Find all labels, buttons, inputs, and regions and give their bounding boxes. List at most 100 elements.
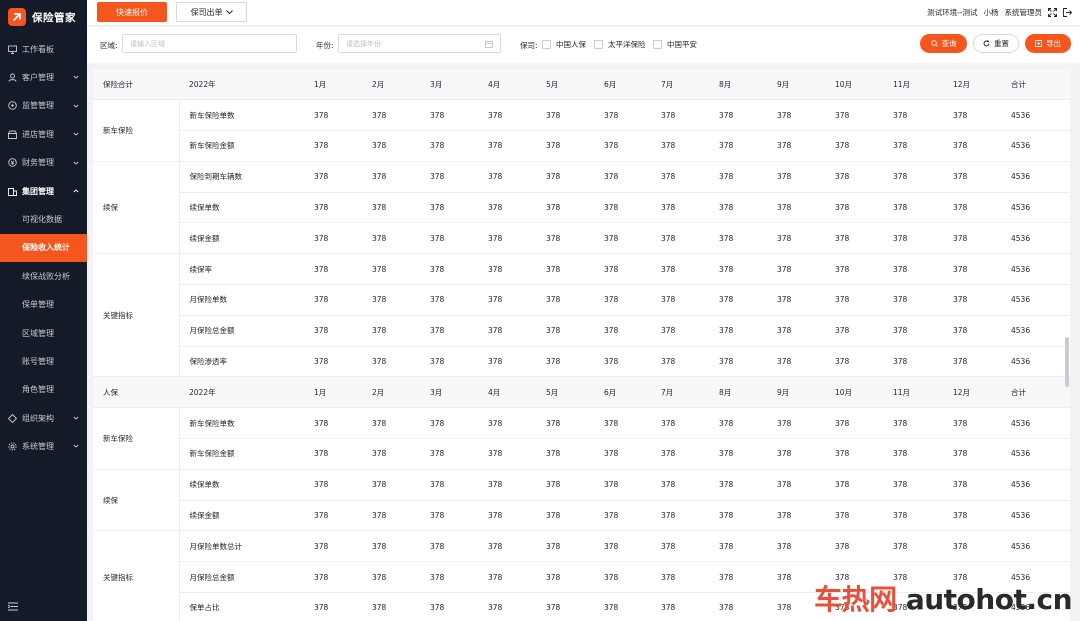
total-header: 合计	[1001, 376, 1070, 409]
month-value: 378	[420, 407, 478, 440]
row-label: 续保单数	[179, 469, 304, 501]
month-value: 378	[594, 469, 651, 501]
user-name[interactable]: 小杨	[984, 7, 999, 18]
sidebar-subitem[interactable]: 续保战败分析	[0, 262, 87, 290]
month-value: 378	[362, 438, 420, 470]
month-value: 378	[536, 130, 594, 162]
checkbox-label: 中国人保	[556, 40, 586, 49]
sidebar-subitem-label: 角色管理	[22, 385, 54, 395]
sidebar-item[interactable]: 客户管理	[0, 63, 87, 91]
sidebar-item[interactable]: 组织架构	[0, 404, 87, 432]
region-input[interactable]: 请输入区域	[122, 34, 297, 53]
logo-icon	[8, 8, 26, 26]
month-value: 378	[478, 500, 536, 532]
month-value: 378	[943, 161, 1001, 193]
sidebar-subitem[interactable]: 账号管理	[0, 347, 87, 375]
checkbox-label: 太平洋保险	[608, 40, 646, 49]
sidebar-subitem[interactable]: 可视化数据	[0, 205, 87, 233]
month-value: 378	[304, 407, 362, 440]
year-picker[interactable]: 请选择年份	[338, 34, 501, 53]
table-row: 新车保险 新车保险单数 378 378 378 378 378 378 378 378 378 378…	[93, 407, 1070, 470]
month-value: 378	[536, 561, 594, 594]
shield-icon	[8, 101, 17, 111]
chevron-down-icon	[73, 76, 79, 79]
section-year: 2022年	[179, 69, 304, 101]
month-value: 378	[825, 161, 883, 193]
checkbox-picc[interactable]: 中国人保	[542, 39, 586, 50]
month-value: 378	[767, 346, 825, 378]
month-value: 378	[883, 346, 943, 378]
search-button[interactable]: 查询	[920, 34, 967, 53]
quick-quote-button[interactable]: 快速报价	[97, 2, 167, 22]
sidebar-item[interactable]: 监管管理	[0, 92, 87, 120]
checkbox-box	[653, 40, 662, 49]
month-value: 378	[478, 253, 536, 286]
fullscreen-icon[interactable]	[1048, 7, 1057, 17]
sidebar-subitem[interactable]: 角色管理	[0, 376, 87, 404]
month-value: 378	[943, 407, 1001, 440]
export-icon	[1035, 40, 1042, 47]
reset-label: 重置	[994, 39, 1009, 48]
month-value: 378	[304, 284, 362, 316]
total-value: 4536	[1001, 407, 1070, 440]
month-header: 11月	[883, 376, 943, 409]
month-value: 378	[536, 222, 594, 255]
total-value: 4536	[1001, 561, 1070, 594]
month-value: 378	[825, 346, 883, 378]
checkbox-pingan[interactable]: 中国平安	[653, 39, 697, 50]
month-value: 378	[594, 130, 651, 162]
month-header: 11月	[883, 69, 943, 101]
month-value: 378	[536, 407, 594, 440]
sidebar-subitem[interactable]: 保险收入统计	[0, 233, 87, 263]
month-value: 378	[304, 99, 362, 132]
month-value: 378	[362, 530, 420, 563]
month-value: 378	[709, 500, 767, 532]
month-value: 378	[651, 315, 709, 347]
checkbox-cpic[interactable]: 太平洋保险	[594, 39, 646, 50]
chevron-down-icon	[73, 161, 79, 165]
row-label: 月保险总金额	[179, 561, 304, 594]
month-value: 378	[478, 130, 536, 162]
store-icon	[8, 130, 17, 139]
row-label: 月保险单数	[179, 284, 304, 316]
table-scrollbar[interactable]	[1065, 337, 1069, 387]
sidebar-subitem[interactable]: 保单管理	[0, 291, 87, 319]
month-value: 378	[362, 99, 420, 132]
month-value: 378	[709, 407, 767, 440]
month-value: 378	[709, 346, 767, 378]
sidebar-item[interactable]: 工作看板	[0, 35, 87, 63]
collapse-menu-icon[interactable]	[7, 602, 18, 611]
month-value: 378	[709, 592, 767, 621]
sidebar-item[interactable]: 进店管理	[0, 120, 87, 148]
month-value: 378	[825, 500, 883, 532]
month-value: 378	[478, 438, 536, 470]
month-value: 378	[362, 222, 420, 255]
sidebar-subitem[interactable]: 区域管理	[0, 319, 87, 347]
sidebar-item[interactable]: 系统管理	[0, 432, 87, 460]
month-value: 378	[362, 469, 420, 501]
table-row: 续保金额 378 378 378 378 378 378 378 378 378 378 378 378…	[93, 222, 1070, 255]
insurer-issue-dropdown[interactable]: 保司出单	[176, 2, 247, 22]
export-button[interactable]: 导出	[1025, 34, 1071, 53]
sidebar-item[interactable]: 财务管理	[0, 149, 87, 177]
month-value: 378	[594, 161, 651, 193]
month-header: 8月	[709, 69, 767, 101]
month-value: 378	[304, 469, 362, 501]
reset-button[interactable]: 重置	[973, 34, 1019, 53]
month-value: 378	[362, 161, 420, 193]
month-header: 2月	[362, 69, 420, 101]
month-value: 378	[709, 561, 767, 594]
month-value: 378	[304, 192, 362, 224]
month-value: 378	[825, 222, 883, 255]
month-value: 378	[709, 192, 767, 224]
table-header-row: 保险合计 2022年 1月 2月 3月 4月 5月 6月 7月 8月 9月 10月 11月 12月 合计	[93, 69, 1070, 101]
month-header: 9月	[767, 69, 825, 101]
table-row: 关键指标 续保率 378 378 378 378 378 378 378 378 378 378 378…	[93, 253, 1070, 378]
month-value: 378	[362, 192, 420, 224]
sidebar-item[interactable]: 集团管理	[0, 177, 87, 205]
month-value: 378	[709, 222, 767, 255]
month-value: 378	[478, 592, 536, 621]
month-value: 378	[478, 407, 536, 440]
logout-icon[interactable]	[1063, 7, 1072, 17]
table-row: 新车保险金额 378 378 378 378 378 378 378 378 378 378 378 3…	[93, 438, 1070, 470]
